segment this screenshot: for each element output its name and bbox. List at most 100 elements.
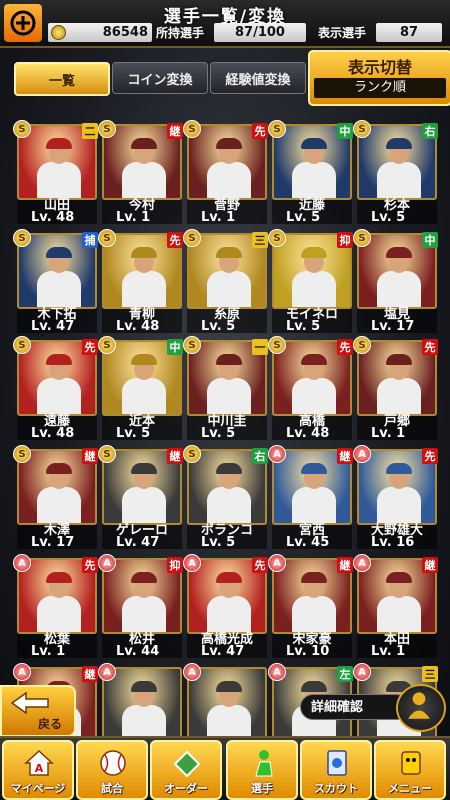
- player-level: Lv. 44: [102, 645, 182, 658]
- menu-character-icon: [401, 751, 421, 775]
- rank-badge: S: [183, 445, 201, 463]
- position-badge: 継: [82, 448, 98, 464]
- rank-badge: S: [13, 229, 31, 247]
- player-level: Lv. 5: [272, 320, 352, 333]
- tab-exp-convert[interactable]: 経験値変換: [210, 62, 306, 94]
- player-card[interactable]: S 中近藤 Lv. 5: [268, 120, 353, 224]
- nav-scout[interactable]: スカウト: [300, 740, 372, 800]
- player-card[interactable]: S 右杉本 Lv. 5: [353, 120, 438, 224]
- header-bar: 選手一覧/変換 86548 所持選手 87/100 表示選手 87: [0, 0, 450, 48]
- position-badge: 継: [337, 448, 353, 464]
- rank-badge: A: [353, 445, 371, 463]
- player-level: Lv. 48: [102, 320, 182, 333]
- page-title: 選手一覧/変換: [163, 7, 287, 27]
- player-card[interactable]: S 継木澤 Lv. 17: [13, 445, 98, 549]
- position-badge: 継: [82, 666, 98, 682]
- player-figure: [37, 354, 81, 414]
- player-level: Lv. 48: [17, 211, 97, 224]
- player-level: Lv. 47: [17, 320, 97, 333]
- player-card[interactable]: S 二山田 Lv. 48: [13, 120, 98, 224]
- player-card[interactable]: A 継宋家豪 Lv. 10: [268, 554, 353, 658]
- player-figure: [37, 572, 81, 632]
- player-card[interactable]: S 抑モイネロ Lv. 5: [268, 229, 353, 333]
- player-card[interactable]: A 抑松井 Lv. 44: [98, 554, 183, 658]
- position-badge: 中: [337, 123, 353, 139]
- tab-list[interactable]: 一覧: [14, 62, 110, 96]
- svg-text:A: A: [35, 762, 44, 775]
- rank-badge: A: [183, 554, 201, 572]
- player-card[interactable]: S 右ポランコ Lv. 5: [183, 445, 268, 549]
- player-card[interactable]: S 捕木下拓 Lv. 47: [13, 229, 98, 333]
- position-badge: 右: [422, 123, 438, 139]
- nav-menu[interactable]: メニュー: [374, 740, 446, 800]
- player-figure: [207, 681, 251, 741]
- player-figure: [37, 247, 81, 307]
- shown-label: 表示選手: [318, 26, 367, 40]
- nav-game[interactable]: 試合: [76, 740, 148, 800]
- player-card[interactable]: A 先松葉 Lv. 1: [13, 554, 98, 658]
- home-icon: A: [24, 749, 54, 776]
- player-card[interactable]: S 先菅野 Lv. 1: [183, 120, 268, 224]
- detail-check-button[interactable]: 詳細確認: [300, 684, 446, 732]
- player-level: Lv. 5: [272, 211, 352, 224]
- player-figure: [122, 572, 166, 632]
- player-level: Lv. 5: [357, 211, 437, 224]
- player-level: Lv. 48: [17, 427, 97, 440]
- player-level: Lv. 1: [357, 427, 437, 440]
- position-badge: 先: [167, 232, 183, 248]
- player-card[interactable]: S 三糸原 Lv. 5: [183, 229, 268, 333]
- player-card[interactable]: S 先戸郷 Lv. 1: [353, 336, 438, 440]
- player-card[interactable]: A 先大野雄大 Lv. 16: [353, 445, 438, 549]
- player-figure: [292, 354, 336, 414]
- nav-label: 選手: [251, 782, 273, 795]
- player-figure: [377, 247, 421, 307]
- player-figure: [377, 463, 421, 523]
- player-card[interactable]: S 先遠藤 Lv. 48: [13, 336, 98, 440]
- player-card[interactable]: S 継今村 Lv. 1: [98, 120, 183, 224]
- tab-coin-convert[interactable]: コイン変換: [112, 62, 208, 94]
- position-badge: 先: [252, 123, 268, 139]
- position-badge: 二: [82, 123, 98, 139]
- player-card[interactable]: S 継ゲレーロ Lv. 47: [98, 445, 183, 549]
- player-card[interactable]: A 先高橋光成 Lv. 47: [183, 554, 268, 658]
- position-badge: 抑: [337, 232, 353, 248]
- rank-badge: S: [13, 336, 31, 354]
- baseball-icon: [100, 750, 126, 776]
- nav-order[interactable]: オーダー: [150, 740, 222, 800]
- player-figure: [377, 572, 421, 632]
- player-card[interactable]: S 一中川圭 Lv. 5: [183, 336, 268, 440]
- player-level: Lv. 5: [187, 320, 267, 333]
- position-badge: 中: [167, 339, 183, 355]
- player-level: Lv. 5: [187, 536, 267, 549]
- display-toggle-button[interactable]: 表示切替 ランク順: [308, 50, 450, 106]
- nav-mypage[interactable]: A マイページ: [2, 740, 74, 800]
- rank-badge: S: [268, 229, 286, 247]
- player-card[interactable]: A 継本田 Lv. 1: [353, 554, 438, 658]
- nav-label: マイページ: [10, 782, 66, 795]
- rank-badge: S: [98, 336, 116, 354]
- back-button[interactable]: 戻る: [0, 685, 76, 737]
- nav-label: スカウト: [314, 782, 358, 795]
- player-level: Lv. 47: [187, 645, 267, 658]
- player-level: Lv. 5: [187, 427, 267, 440]
- player-figure: [207, 572, 251, 632]
- position-badge: 一: [252, 339, 268, 355]
- player-card[interactable]: S 中塩見 Lv. 17: [353, 229, 438, 333]
- position-badge: 継: [337, 557, 353, 573]
- rank-badge: S: [268, 336, 286, 354]
- player-card[interactable]: S 先青柳 Lv. 48: [98, 229, 183, 333]
- owned-label: 所持選手: [156, 26, 205, 40]
- rank-badge: A: [268, 554, 286, 572]
- rank-badge: A: [13, 663, 31, 681]
- position-badge: 三: [252, 232, 268, 248]
- player-card[interactable]: S 中近本 Lv. 5: [98, 336, 183, 440]
- position-badge: 捕: [82, 232, 98, 248]
- nav-label: 試合: [101, 782, 123, 795]
- player-level: Lv. 47: [102, 536, 182, 549]
- rank-badge: S: [98, 120, 116, 138]
- player-card[interactable]: S 先高橋 Lv. 48: [268, 336, 353, 440]
- position-badge: 先: [422, 339, 438, 355]
- nav-players[interactable]: 選手: [226, 740, 298, 800]
- player-card[interactable]: A 継宮西 Lv. 45: [268, 445, 353, 549]
- position-badge: 抑: [167, 557, 183, 573]
